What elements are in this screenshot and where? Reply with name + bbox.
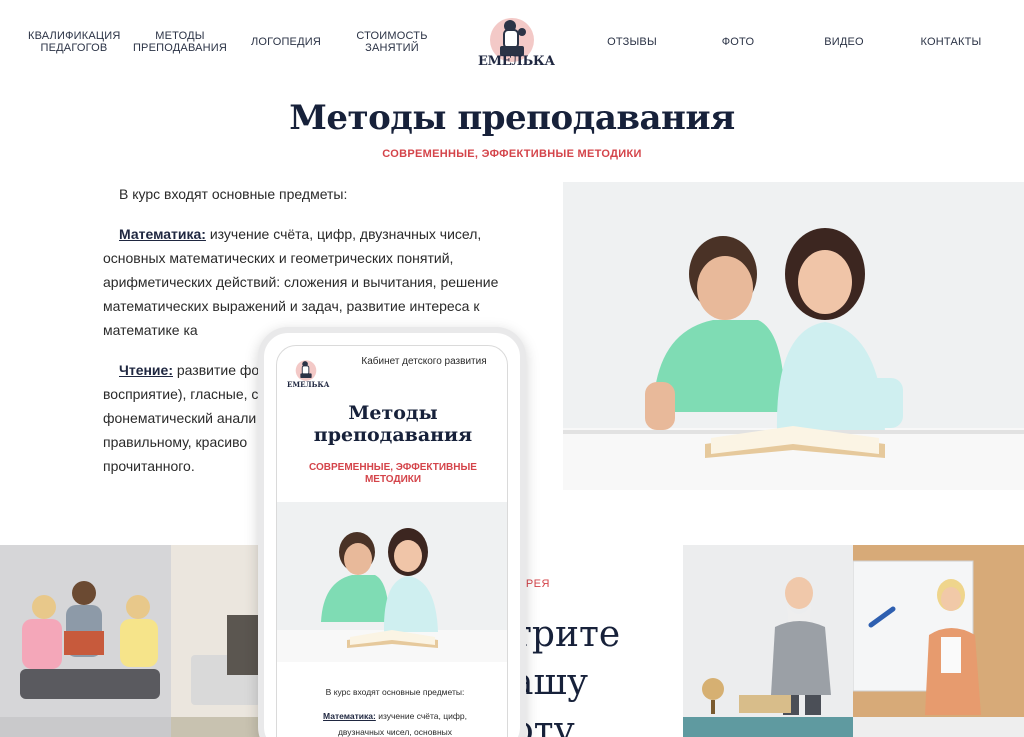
reading-line-5: прочитанного. (103, 458, 195, 474)
teacher-student-photo (563, 182, 1024, 490)
nav-reviews[interactable]: ОТЗЫВЫ (600, 36, 664, 48)
gallery-photo-bottom-4[interactable] (853, 717, 1024, 737)
nav-contacts[interactable]: КОНТАКТЫ (916, 36, 986, 48)
gallery-photo-kids-reading[interactable] (0, 545, 171, 717)
gallery-photo-laptop[interactable] (171, 545, 261, 717)
math-term: Математика: (119, 226, 206, 242)
phone-math-term: Математика: (323, 711, 376, 721)
phone-mockup: ЕМЕЛЬКА Кабинет детского развития Методы… (258, 327, 526, 737)
phone-header-text: Кабинет детского развития (361, 356, 487, 367)
logo-text: ЕМЕЛЬКА (478, 54, 555, 69)
math-text: изучение счёта, цифр, двузначных чисел, … (103, 226, 499, 338)
phone-page-subtitle: СОВРЕМЕННЫЕ, ЭФФЕКТИВНЫЕ МЕТОДИКИ (309, 462, 477, 485)
nav-qualification[interactable]: КВАЛИФИКАЦИЯ ПЕДАГОГОВ (28, 30, 120, 54)
phone-math-paragraph: Математика: изучение счёта, цифр, двузна… (295, 708, 495, 737)
math-paragraph: Математика: изучение счёта, цифр, двузна… (103, 222, 503, 342)
nav-photo[interactable]: ФОТО (712, 36, 764, 48)
reading-line-2: восприятие), гласные, с (103, 386, 259, 402)
nav-video[interactable]: ВИДЕО (818, 36, 870, 48)
phone-math-line-2: двузначных чисел, основных (337, 727, 453, 737)
gallery-photo-teacher-globe[interactable] (683, 545, 853, 717)
gallery-photo-bottom-3[interactable] (683, 717, 853, 737)
reading-text: развитие фо (173, 362, 260, 378)
intro-text: В курс входят основные предметы: (119, 186, 348, 202)
phone-math-text: изучение счёта, цифр, (375, 711, 467, 721)
nav-teaching-methods[interactable]: МЕТОДЫ ПРЕПОДАВАНИЯ (132, 30, 228, 54)
reading-term: Чтение: (119, 362, 173, 378)
phone-intro-text: В курс входят основные предметы: (325, 687, 465, 697)
nav-lesson-price[interactable]: СТОИМОСТЬ ЗАНЯТИЙ (352, 30, 432, 54)
gallery-photo-teacher-board[interactable] (853, 545, 1024, 717)
gallery-photo-bottom-1[interactable] (0, 717, 171, 737)
page-title: Методы преподавания (289, 98, 735, 138)
intro-paragraph: В курс входят основные предметы: (103, 182, 503, 206)
phone-screen: ЕМЕЛЬКА Кабинет детского развития Методы… (276, 345, 508, 737)
phone-teacher-student-photo (277, 502, 507, 662)
phone-page-title: Методы преподавания (313, 402, 473, 446)
gallery-photo-bottom-2[interactable] (171, 717, 261, 737)
reading-line-3: фонематический анали (103, 410, 257, 426)
gallery-heading-line-1: трите (512, 614, 621, 655)
phone-logo-text: ЕМЕЛЬКА (287, 380, 330, 389)
reading-line-4: правильному, красиво (103, 434, 248, 450)
nav-speech-therapy[interactable]: ЛОГОПЕДИЯ (246, 36, 326, 48)
page-subtitle: СОВРЕМЕННЫЕ, ЭФФЕКТИВНЫЕ МЕТОДИКИ (382, 148, 642, 160)
